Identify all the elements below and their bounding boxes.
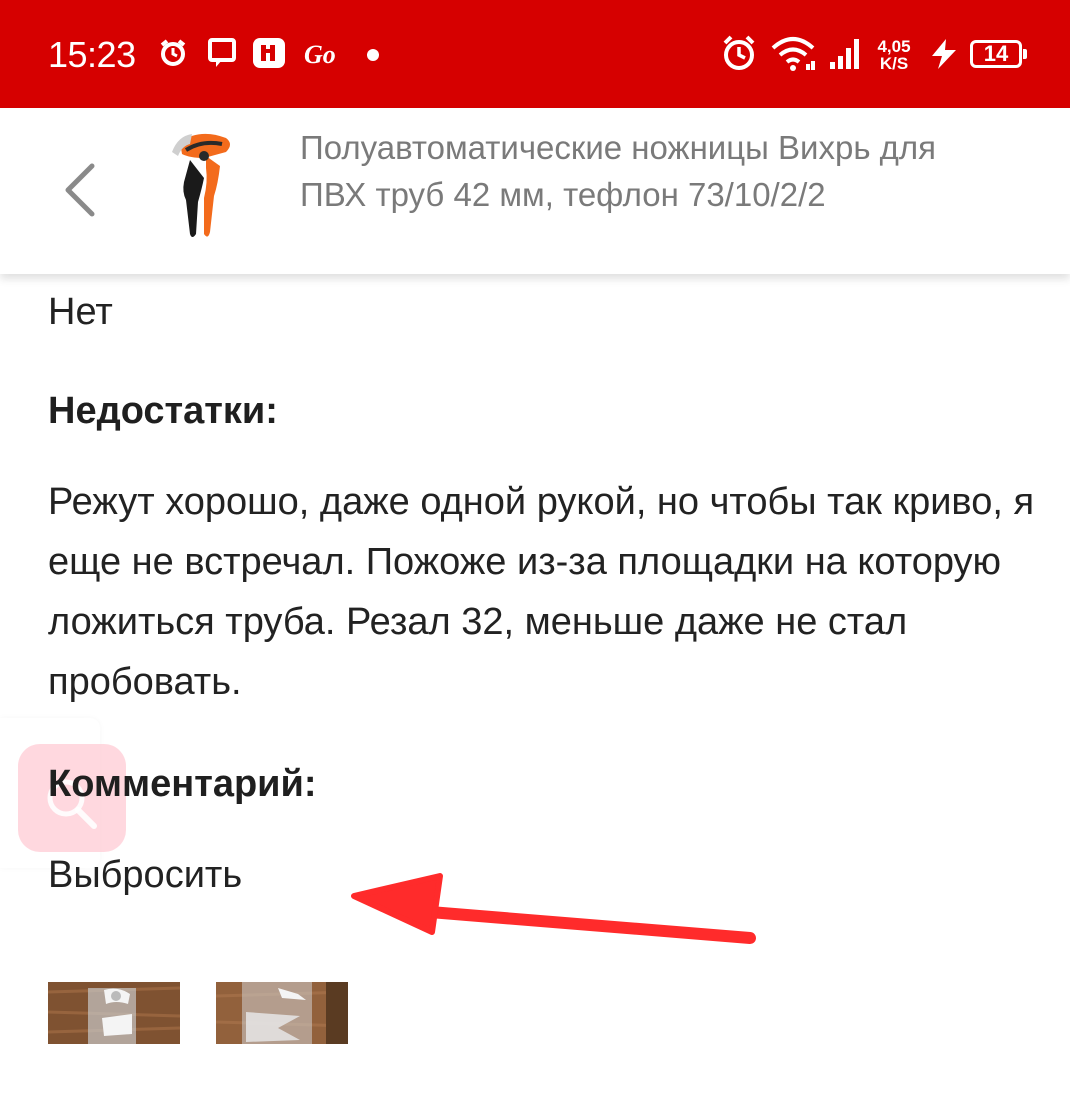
back-button[interactable] [56, 160, 104, 220]
alarm-icon [160, 39, 186, 66]
cons-heading: Недостатки: [48, 390, 278, 432]
photo-image [216, 982, 348, 1044]
signal-icon [830, 39, 859, 69]
svg-text:Go: Go [304, 40, 336, 68]
product-header: Полуавтоматические ножницы Вихрь для ПВХ… [0, 108, 1070, 274]
comment-heading: Комментарий: [48, 763, 317, 805]
pros-value: Нет [48, 291, 113, 333]
status-time: 15:23 [48, 34, 136, 75]
net-speed-value: 4,05 [877, 37, 911, 56]
alarm-clock-icon [723, 35, 755, 70]
net-speed-unit: K/S [879, 54, 909, 73]
battery-level: 14 [983, 41, 1009, 66]
message-icon [208, 38, 236, 67]
wifi-icon [771, 37, 815, 71]
red-arrow-annotation [351, 873, 756, 944]
comment-value: Выбросить [48, 854, 243, 896]
charging-icon [932, 39, 956, 69]
review-photo-1[interactable] [48, 982, 180, 1044]
photo-image [48, 982, 180, 1044]
dot-icon [367, 49, 379, 61]
status-bar: 15:23 Go 4,05 K/S 14 [0, 0, 1070, 108]
product-title: Полуавтоматические ножницы Вихрь для ПВХ… [300, 129, 937, 213]
go-icon: Go [304, 40, 336, 68]
product-thumbnail[interactable] [160, 122, 240, 242]
review-photo-2[interactable] [216, 982, 348, 1044]
net-speed: 4,05 K/S [872, 38, 916, 72]
app-notification-icon [253, 38, 285, 68]
battery-icon: 14 [970, 40, 1027, 68]
cons-value: Режут хорошо, даже одной рукой, но чтобы… [48, 481, 1035, 703]
